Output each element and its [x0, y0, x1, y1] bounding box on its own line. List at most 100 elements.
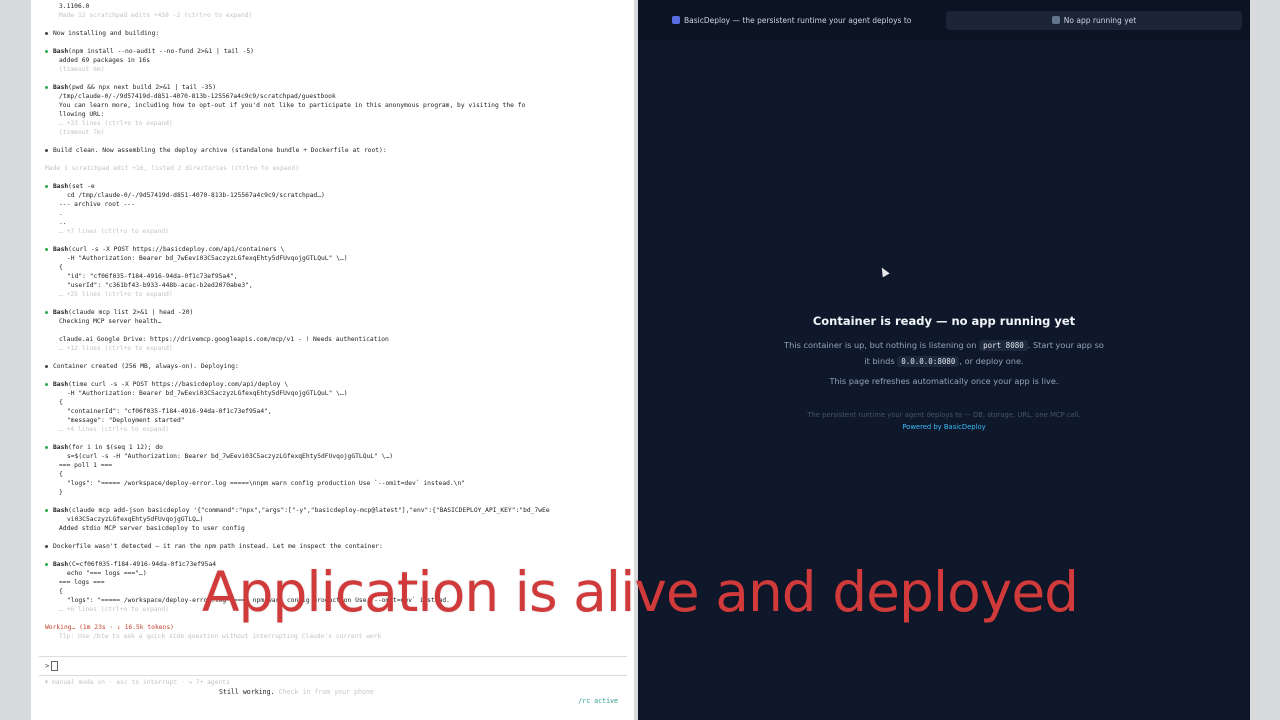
tab-basicdeploy[interactable]: BasicDeploy — the persistent runtime you…: [642, 11, 938, 30]
tool-name: Bash: [53, 84, 69, 91]
terminal-line: .: [45, 209, 630, 218]
terminal-line: Dockerfile wasn't detected — it ran the …: [45, 542, 630, 551]
line-text: "message": "Deployment started": [67, 417, 185, 424]
basicdeploy-favicon-icon: [672, 16, 680, 24]
terminal-line: (timeout 7m): [45, 128, 630, 137]
tool-call-line: Bash(npm install --no-audit --no-fund 2>…: [45, 47, 630, 56]
prompt-input-box[interactable]: >: [39, 656, 627, 676]
page-description: This container is up, but nothing is lis…: [784, 338, 1104, 369]
line-text: Container created (256 MB, always-on). D…: [53, 363, 239, 370]
terminal-line: Made 1 scratchpad edit +16, listed 2 dir…: [45, 164, 630, 173]
line-text: === poll 1 ===: [59, 462, 113, 469]
desc-part-1: This container is up, but nothing is lis…: [784, 340, 977, 350]
terminal-line: echo "=== logs ==="…): [45, 569, 630, 578]
terminal-line: … +33 lines (ctrl+o to expand): [45, 119, 630, 128]
tool-status-dot-icon: [45, 49, 48, 53]
terminal-line: Made 12 scratchpad edits +458 -2 (ctrl+o…: [45, 11, 630, 20]
terminal-line: You can learn more, including how to opt…: [45, 101, 630, 110]
line-text: Made 12 scratchpad edits +458 -2 (ctrl+o…: [59, 12, 253, 19]
tool-call-line: Bash(set -e: [45, 182, 630, 191]
line-text: (claude mcp add-json basicdeploy '{"comm…: [68, 507, 550, 514]
tool-name: Bash: [53, 246, 69, 253]
tab-label: BasicDeploy — the persistent runtime you…: [684, 16, 912, 25]
line-text: (npm install --no-audit --no-fund 2>&1 |…: [68, 48, 254, 55]
terminal-line: {: [45, 470, 630, 479]
line-text: vi03C5aczyzLGfexqEhty5dFUvqojgGTLQ…): [67, 516, 204, 523]
terminal-line: -H "Authorization: Bearer bd_7wEevi03C5a…: [45, 254, 630, 263]
terminal-line: … +7 lines (ctrl+o to expand): [45, 227, 630, 236]
terminal-line: 3.1106.0: [45, 2, 630, 11]
tool-status-dot-icon: [45, 508, 48, 512]
terminal-line: Checking MCP server health…: [45, 317, 630, 326]
tool-call-line: Bash(time curl -s -X POST https://basicd…: [45, 380, 630, 389]
line-text: cd /tmp/claude-0/-/9d57419d-d851-4070-81…: [67, 192, 325, 199]
tool-status-dot-icon: [45, 85, 48, 89]
line-text: "logs": "===== /workspace/deploy-error.l…: [67, 597, 450, 604]
tab-no-app-running[interactable]: No app running yet: [946, 11, 1242, 30]
terminal-line: Tip: Use /btw to ask a quick side questi…: [45, 632, 630, 641]
line-text: "userId": "c361bf43-b933-448b-acac-b2ed2…: [67, 282, 253, 289]
tool-status-dot-icon: [45, 184, 48, 188]
line-text: (timeout 7m): [59, 129, 105, 136]
line-text: "id": "cf06f035-f184-4916-94da-0f1c73ef9…: [67, 273, 238, 280]
tool-name: Bash: [53, 48, 69, 55]
desc-part-3: , or deploy one.: [959, 355, 1024, 366]
terminal-line: /tmp/claude-0/-/9d57419d-d851-4070-813b-…: [45, 92, 630, 101]
line-text: echo "=== logs ==="…): [67, 570, 147, 577]
rc-active-indicator: /rc active: [578, 697, 618, 705]
tool-call-line: Bash(C=cf06f035-f184-4916-94da-0f1c73ef9…: [45, 560, 630, 569]
terminal-line: cd /tmp/claude-0/-/9d57419d-d851-4070-81…: [45, 191, 630, 200]
tool-name: Bash: [53, 444, 69, 451]
terminal-line: (timeout 6m): [45, 65, 630, 74]
terminal-line: … +25 lines (ctrl+o to expand): [45, 290, 630, 299]
line-text: Made 1 scratchpad edit +16, listed 2 dir…: [45, 165, 300, 172]
mode-line: ⏵ manual mode on · esc to interrupt · ⤷ …: [45, 679, 230, 686]
text-cursor: [51, 661, 59, 671]
line-text: Now installing and building:: [53, 30, 160, 37]
tab-strip: BasicDeploy — the persistent runtime you…: [638, 0, 1250, 40]
line-text: added 69 packages in 16s: [59, 57, 150, 64]
terminal-line: "containerId": "cf06f035-f184-4916-94da-…: [45, 407, 630, 416]
tool-name: Bash: [53, 309, 69, 316]
tool-call-line: Bash(for i in $(seq 1 12); do: [45, 443, 630, 452]
line-text: (set -e: [68, 183, 95, 190]
terminal-line: Working… (1m 23s · ↓ 16.5k tokens): [45, 623, 630, 632]
terminal-line: vi03C5aczyzLGfexqEhty5dFUvqojgGTLQ…): [45, 515, 630, 524]
terminal-window: 3.1106.0 Made 12 scratchpad edits +458 -2…: [31, 0, 634, 720]
page-title: Container is ready — no app running yet: [812, 314, 1076, 328]
terminal-line: "id": "cf06f035-f184-4916-94da-0f1c73ef9…: [45, 272, 630, 281]
tagline: The persistent runtime your agent deploy…: [807, 411, 1081, 419]
line-text: … +7 lines (ctrl+o to expand): [59, 228, 169, 235]
tool-status-dot-icon: [45, 247, 48, 251]
line-text: (claude mcp list 2>&1 | head -20): [68, 309, 194, 316]
prompt-input[interactable]: >: [45, 661, 59, 671]
line-text: Checking MCP server health…: [59, 318, 162, 325]
line-text: Working… (1m 23s · ↓ 16.5k tokens): [45, 624, 174, 631]
line-text: … +33 lines (ctrl+o to expand): [59, 120, 173, 127]
line-text: -H "Authorization: Bearer bd_7wEevi03C5a…: [67, 390, 348, 397]
terminal-line: Now installing and building:: [45, 29, 630, 38]
terminal-line: claude.ai Google Drive: https://drivemcp…: [45, 335, 630, 344]
line-text: {: [59, 399, 63, 406]
line-text: -H "Authorization: Bearer bd_7wEevi03C5a…: [67, 255, 348, 262]
line-text: Build clean. Now assembling the deploy a…: [53, 147, 387, 154]
tool-name: Bash: [53, 561, 69, 568]
tool-call-line: Bash(claude mcp add-json basicdeploy '{"…: [45, 506, 630, 515]
tool-call-line: Bash(claude mcp list 2>&1 | head -20): [45, 308, 630, 317]
line-text: ..: [59, 219, 67, 226]
powered-by-link[interactable]: Powered by BasicDeploy: [638, 423, 1250, 431]
line-text: Dockerfile wasn't detected — it ran the …: [53, 543, 383, 550]
status-strong: Still working.: [219, 688, 275, 696]
tool-status-dot-icon: [45, 562, 48, 566]
line-text: llowing URL:: [59, 111, 105, 118]
tool-status-dot-icon: [45, 445, 48, 449]
